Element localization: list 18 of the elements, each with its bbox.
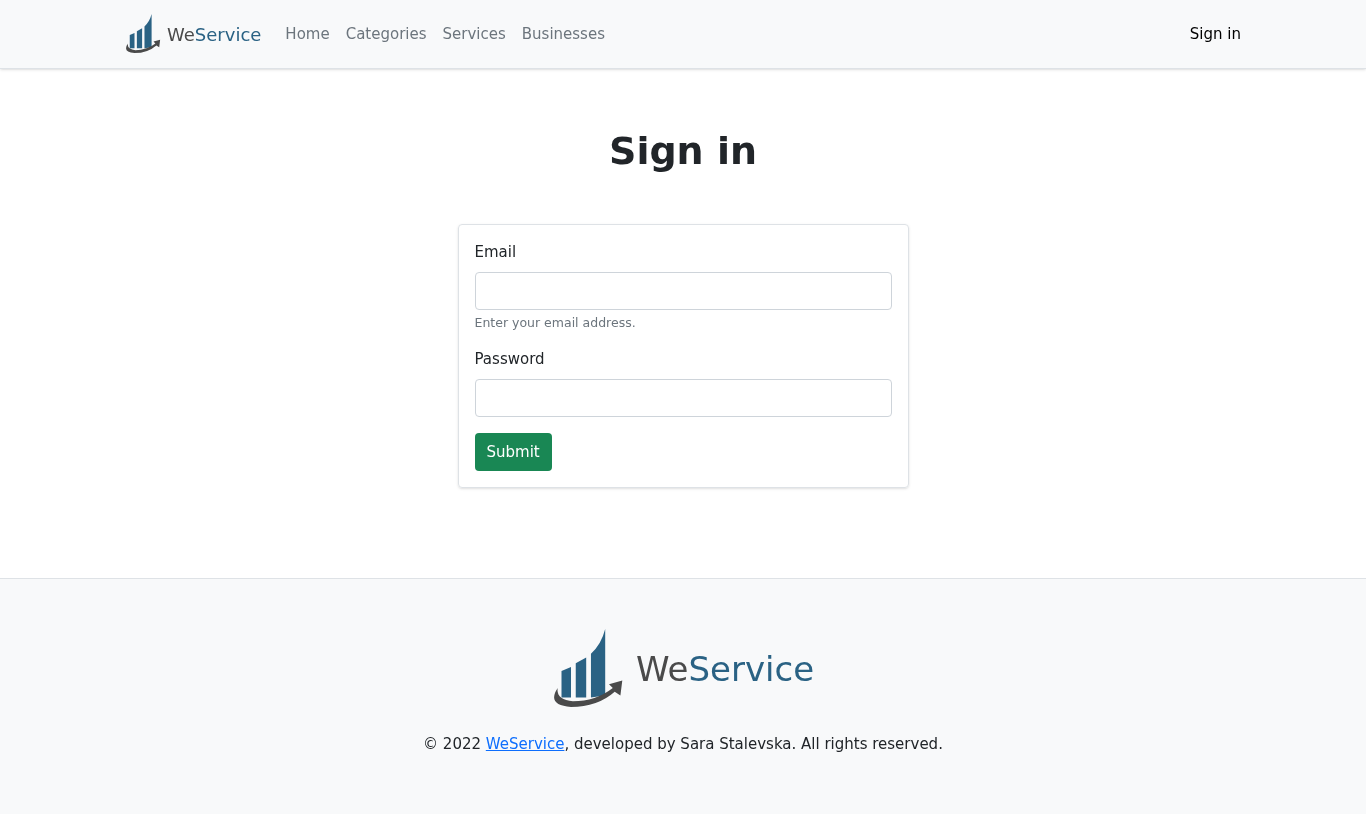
field-hint: Enter your email address. [474, 313, 637, 332]
nav-link[interactable]: Services [442, 22, 506, 46]
nav-link[interactable]: Home [285, 22, 330, 46]
page-heading: Sign in [609, 128, 757, 175]
input-field[interactable] [474, 271, 892, 310]
brand-logo[interactable]: WeService [125, 13, 262, 55]
copyright-text: © 2022 WeService, developed by Sara Stalevska. All rights reserved. [423, 734, 943, 755]
sign-in-link[interactable]: Sign in [1189, 22, 1241, 46]
chart-arrow-icon [125, 13, 163, 55]
weservice-link[interactable]: WeService [485, 735, 565, 753]
nav-link[interactable]: Categories [345, 22, 427, 46]
submit-button[interactable]: Submit [474, 432, 552, 471]
field-label: Password [474, 349, 546, 371]
nav-link[interactable]: Businesses [521, 22, 605, 46]
brand-name: WeService [635, 647, 815, 691]
brand-name: WeService [167, 22, 262, 47]
input-field[interactable] [474, 378, 892, 417]
field-label: Email [474, 242, 518, 263]
